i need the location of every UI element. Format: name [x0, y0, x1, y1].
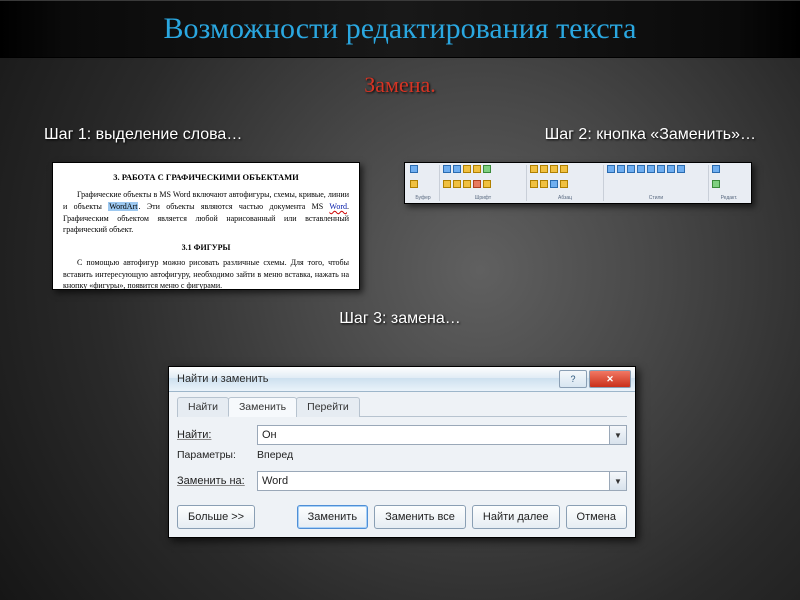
doc-paragraph-1: Графические объекты в MS Word включают а…	[63, 189, 349, 235]
find-label: Найти:	[177, 429, 257, 441]
doc-paragraph-2: С помощью автофигур можно рисовать разли…	[63, 257, 349, 292]
doc-subheading: 3.1 ФИГУРЫ	[63, 242, 349, 254]
find-value: Он	[262, 429, 277, 441]
find-next-button[interactable]: Найти далее	[472, 505, 560, 529]
doc-heading: 3. РАБОТА С ГРАФИЧЕСКИМИ ОБЪЕКТАМИ	[63, 171, 349, 183]
underlined-word: Word	[329, 202, 347, 211]
slide-subtitle: Замена.	[0, 72, 800, 98]
replace-input[interactable]: Word ▼	[257, 471, 627, 491]
replace-label: Заменить на:	[177, 475, 257, 487]
tab-replace[interactable]: Заменить	[228, 397, 297, 417]
step2-label: Шаг 2: кнопка «Заменить»…	[545, 126, 756, 144]
params-label: Параметры:	[177, 449, 257, 461]
dropdown-icon[interactable]: ▼	[609, 426, 626, 444]
doc-text: . Эти объекты являются частью документа …	[138, 202, 329, 211]
slide-title-bar: Возможности редактирования текста	[0, 0, 800, 58]
find-input[interactable]: Он ▼	[257, 425, 627, 445]
dialog-tabs: Найти Заменить Перейти	[177, 396, 627, 417]
highlighted-word: WordArt	[108, 202, 138, 211]
close-icon: ✕	[606, 374, 614, 385]
help-button[interactable]: ?	[559, 370, 587, 388]
find-replace-dialog: Найти и заменить ? ✕ Найти Заменить Пере…	[168, 366, 636, 538]
close-button[interactable]: ✕	[589, 370, 631, 388]
dialog-title: Найти и заменить	[177, 373, 268, 385]
tab-find[interactable]: Найти	[177, 397, 229, 417]
replace-all-button[interactable]: Заменить все	[374, 505, 466, 529]
params-value: Вперед	[257, 449, 293, 461]
slide-title: Возможности редактирования текста	[164, 12, 637, 45]
dropdown-icon[interactable]: ▼	[609, 472, 626, 490]
doc-screenshot: 3. РАБОТА С ГРАФИЧЕСКИМИ ОБЪЕКТАМИ Графи…	[52, 162, 360, 290]
step1-label: Шаг 1: выделение слова…	[44, 126, 242, 144]
ribbon-screenshot: Буфер Шрифт Абзац Стили Редакт.	[404, 162, 752, 204]
cancel-button[interactable]: Отмена	[566, 505, 627, 529]
tab-goto[interactable]: Перейти	[296, 397, 360, 417]
dialog-titlebar[interactable]: Найти и заменить ? ✕	[169, 367, 635, 392]
steps-row: Шаг 1: выделение слова… Шаг 2: кнопка «З…	[0, 126, 800, 144]
replace-button[interactable]: Заменить	[297, 505, 368, 529]
more-button[interactable]: Больше >>	[177, 505, 255, 529]
replace-value: Word	[262, 475, 288, 487]
step3-label: Шаг 3: замена…	[0, 310, 800, 328]
